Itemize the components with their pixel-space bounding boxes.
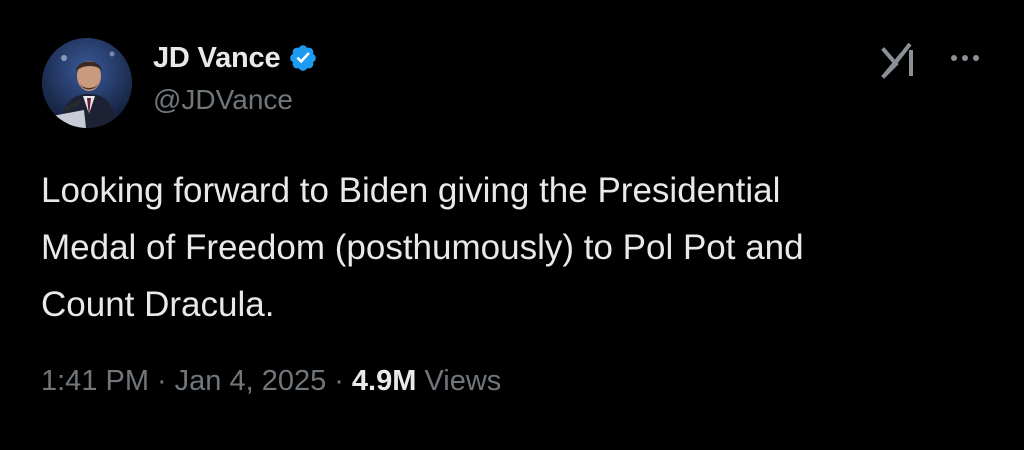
views-count[interactable]: 4.9M bbox=[352, 365, 416, 397]
verified-badge-icon bbox=[288, 43, 318, 73]
meta-separator: · bbox=[157, 365, 167, 397]
grok-icon[interactable] bbox=[880, 40, 920, 80]
tweet-date[interactable]: Jan 4, 2025 bbox=[175, 365, 327, 397]
tweet-text-line: Count Dracula. bbox=[41, 285, 275, 324]
avatar-image bbox=[42, 38, 132, 128]
tweet-meta: 1:41 PM · Jan 4, 2025 · 4.9M Views bbox=[41, 365, 501, 398]
tweet-card: JD Vance @JDVance Looking forward to Bid… bbox=[0, 0, 1024, 450]
author-handle[interactable]: @JDVance bbox=[153, 84, 293, 116]
tweet-time[interactable]: 1:41 PM bbox=[41, 365, 149, 397]
avatar[interactable] bbox=[42, 38, 132, 128]
tweet-text: Looking forward to Biden giving the Pres… bbox=[41, 162, 981, 333]
author-name-row: JD Vance bbox=[153, 38, 318, 78]
more-options-icon[interactable] bbox=[948, 48, 982, 68]
meta-separator: · bbox=[334, 365, 344, 397]
tweet-text-line: Medal of Freedom (posthumously) to Pol P… bbox=[41, 228, 804, 267]
views-label: Views bbox=[424, 365, 502, 397]
author-name[interactable]: JD Vance bbox=[153, 42, 281, 75]
tweet-text-line: Looking forward to Biden giving the Pres… bbox=[41, 171, 781, 210]
